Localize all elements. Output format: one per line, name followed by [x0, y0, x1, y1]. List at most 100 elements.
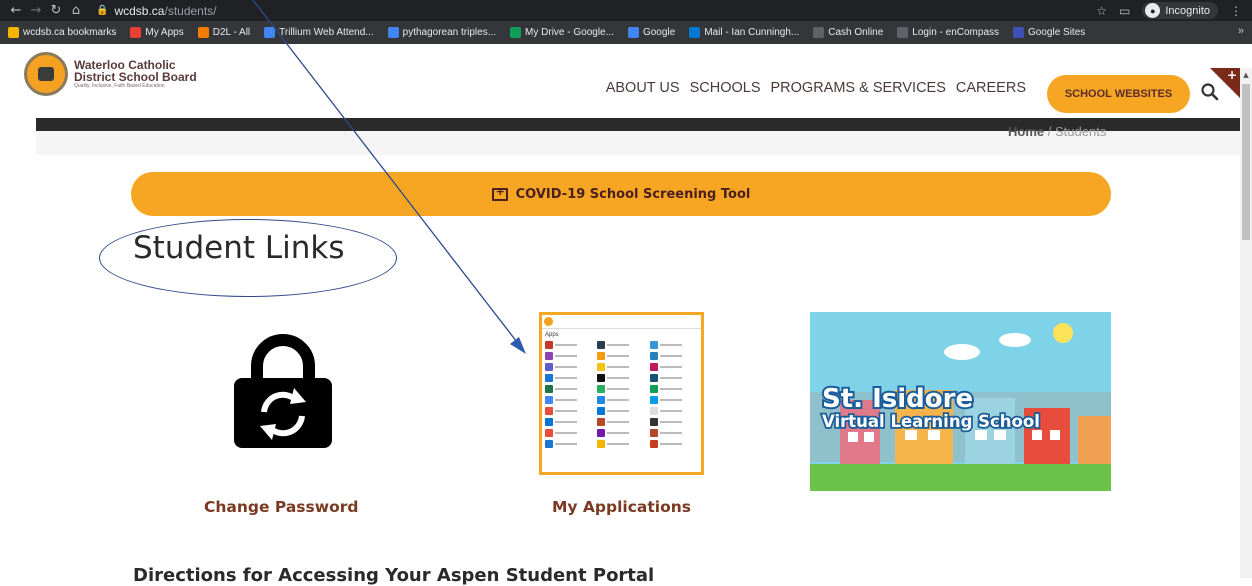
app-tile-icon [545, 407, 593, 415]
nav-about-us[interactable]: ABOUT US [606, 80, 680, 96]
breadcrumb-separator: / [1047, 124, 1052, 139]
bookmark-label: Mail - Ian Cunningh... [704, 27, 800, 38]
st-isidore-banner[interactable]: St. Isidore Virtual Learning School [810, 312, 1111, 491]
covid-label: COVID-19 School Screening Tool [515, 186, 751, 202]
bookmark-item[interactable]: D2L - All [197, 27, 250, 38]
app-tile-icon [597, 429, 645, 437]
bookmark-label: My Apps [145, 27, 184, 38]
bookmark-favicon-icon [197, 27, 209, 38]
isidore-subtitle: Virtual Learning School [822, 412, 1040, 431]
bookmark-item[interactable]: Mail - Ian Cunningh... [689, 27, 799, 38]
incognito-badge[interactable]: ● Incognito [1142, 2, 1218, 19]
covid-screening-button[interactable]: COVID-19 School Screening Tool [131, 172, 1111, 216]
bookmarks-bar: wcdsb.ca bookmarks My Apps D2L - All Trilli… [0, 21, 1252, 44]
incognito-label: Incognito [1165, 4, 1210, 17]
app-tile-icon [597, 440, 645, 448]
more-bookmarks-icon[interactable]: » [1238, 25, 1244, 37]
bookmark-favicon-icon [130, 27, 142, 38]
reload-icon[interactable]: ↻ [46, 0, 66, 21]
main-nav: ABOUT US SCHOOLS PROGRAMS & SERVICES CAR… [606, 80, 1026, 96]
wcdsb-logo[interactable]: Waterloo Catholic District School Board … [24, 52, 197, 96]
apps-heading: Apps [545, 332, 559, 338]
app-tile-icon [649, 352, 698, 360]
app-tile-icon [597, 352, 645, 360]
bookmark-favicon-icon [510, 27, 522, 38]
breadcrumb-home[interactable]: Home [1008, 124, 1044, 139]
bookmark-item[interactable]: wcdsb.ca bookmarks [8, 27, 116, 38]
app-tile-icon [597, 407, 645, 415]
bookmark-favicon-icon [264, 27, 276, 38]
back-icon[interactable]: ← [6, 0, 26, 21]
change-password-link[interactable]: Change Password [204, 498, 358, 516]
bookmark-item[interactable]: Login - enCompass [897, 27, 999, 38]
nav-careers[interactable]: CAREERS [956, 80, 1026, 96]
bookmark-favicon-icon [387, 27, 399, 38]
mini-logo-icon [544, 317, 553, 326]
bookmark-star-icon[interactable]: ☆ [1096, 4, 1107, 18]
corner-ribbon[interactable]: + [1210, 68, 1240, 98]
my-applications-thumbnail[interactable]: Apps [539, 312, 704, 475]
nav-schools[interactable]: SCHOOLS [690, 80, 761, 96]
app-tile-icon [649, 418, 698, 426]
site-header: Waterloo Catholic District School Board … [0, 44, 1240, 118]
bookmark-item[interactable]: Cash Online [813, 27, 883, 38]
bookmark-label: Cash Online [828, 27, 884, 38]
forward-icon[interactable]: → [26, 0, 46, 21]
nav-programs-services[interactable]: PROGRAMS & SERVICES [771, 80, 946, 96]
corner-plus: + [1226, 68, 1237, 82]
app-tile-icon [545, 363, 593, 371]
bookmark-favicon-icon [689, 27, 701, 38]
app-tile-icon [649, 341, 698, 349]
incognito-icon: ● [1145, 3, 1161, 18]
scroll-thumb[interactable] [1242, 84, 1250, 240]
app-tile-icon [649, 407, 698, 415]
my-applications-link[interactable]: My Applications [552, 498, 691, 516]
menu-kebab-icon[interactable]: ⋮ [1230, 4, 1242, 18]
bookmark-label: Google [642, 27, 676, 38]
url-path: /students/ [164, 3, 217, 18]
app-tile-icon [649, 396, 698, 404]
app-tile-icon [545, 341, 593, 349]
bookmark-item[interactable]: pythagorean triples... [387, 27, 497, 38]
bookmark-favicon-icon [813, 27, 825, 38]
bookmark-item[interactable]: My Apps [130, 27, 184, 38]
isidore-title: St. Isidore [822, 384, 973, 414]
app-tile-icon [545, 385, 593, 393]
directions-heading: Directions for Accessing Your Aspen Stud… [133, 565, 655, 586]
bookmark-label: Trillium Web Attend... [279, 27, 374, 38]
apps-grid [542, 339, 701, 450]
bookmark-label: My Drive - Google... [525, 27, 614, 38]
app-tile-icon [597, 385, 645, 393]
bookmark-item[interactable]: My Drive - Google... [510, 27, 614, 38]
annotation-ellipse [99, 219, 397, 297]
app-tile-icon [649, 385, 698, 393]
bookmark-label: Login - enCompass [912, 27, 1000, 38]
url-host: wcdsb.ca [114, 3, 165, 18]
app-tile-icon [545, 396, 593, 404]
breadcrumb: Home / Students [1008, 124, 1106, 139]
bookmark-item[interactable]: Google [627, 27, 676, 38]
bookmark-item[interactable]: Google Sites [1013, 27, 1085, 38]
lock-sync-icon[interactable] [228, 330, 338, 450]
bookmark-label: pythagorean triples... [402, 27, 497, 38]
lock-icon: 🔒 [96, 5, 109, 16]
app-tile-icon [597, 363, 645, 371]
bookmark-favicon-icon [627, 27, 639, 38]
school-websites-button[interactable]: SCHOOL WEBSITES [1047, 75, 1190, 113]
scroll-up-arrow[interactable]: ▲ [1240, 68, 1252, 82]
logo-tagline: Quality, Inclusive, Faith Based Educatio… [74, 82, 165, 89]
app-tile-icon [545, 440, 593, 448]
bookmark-favicon-icon [1013, 27, 1025, 38]
bookmark-label: wcdsb.ca bookmarks [23, 27, 117, 38]
bookmark-item[interactable]: Trillium Web Attend... [264, 27, 374, 38]
app-tile-icon [597, 396, 645, 404]
app-tile-icon [545, 352, 593, 360]
address-bar[interactable]: 🔒 wcdsb.ca/students/ [96, 4, 217, 18]
home-icon[interactable]: ⌂ [66, 0, 86, 21]
logo-mark-icon [24, 52, 68, 96]
app-tile-icon [649, 440, 698, 448]
cast-icon[interactable]: ▭ [1119, 4, 1130, 18]
app-tile-icon [597, 374, 645, 382]
app-tile-icon [545, 418, 593, 426]
app-tile-icon [545, 429, 593, 437]
